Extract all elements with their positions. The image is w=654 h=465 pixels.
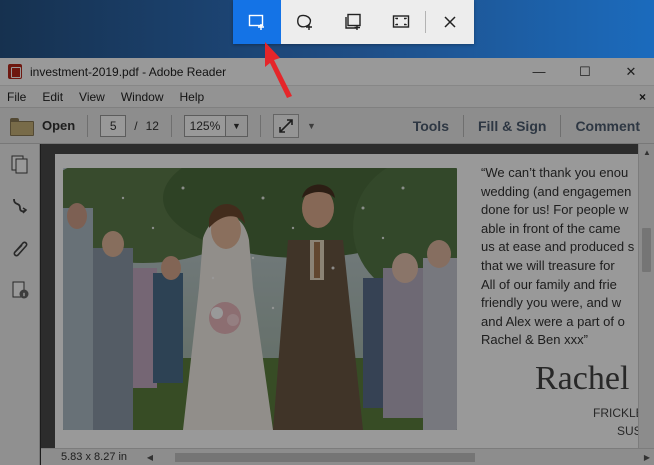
snip-dim-overlay <box>0 58 654 465</box>
fullscreen-snip-icon <box>392 15 410 28</box>
red-arrow-annotation <box>265 42 292 98</box>
close-snip-button[interactable] <box>426 0 474 44</box>
rectangular-snip-icon <box>248 14 264 30</box>
window-snip-button[interactable] <box>329 0 377 44</box>
window-snip-icon <box>345 13 361 30</box>
freeform-snip-icon <box>297 14 312 30</box>
fullscreen-snip-button[interactable] <box>377 0 425 44</box>
close-icon <box>444 16 456 28</box>
